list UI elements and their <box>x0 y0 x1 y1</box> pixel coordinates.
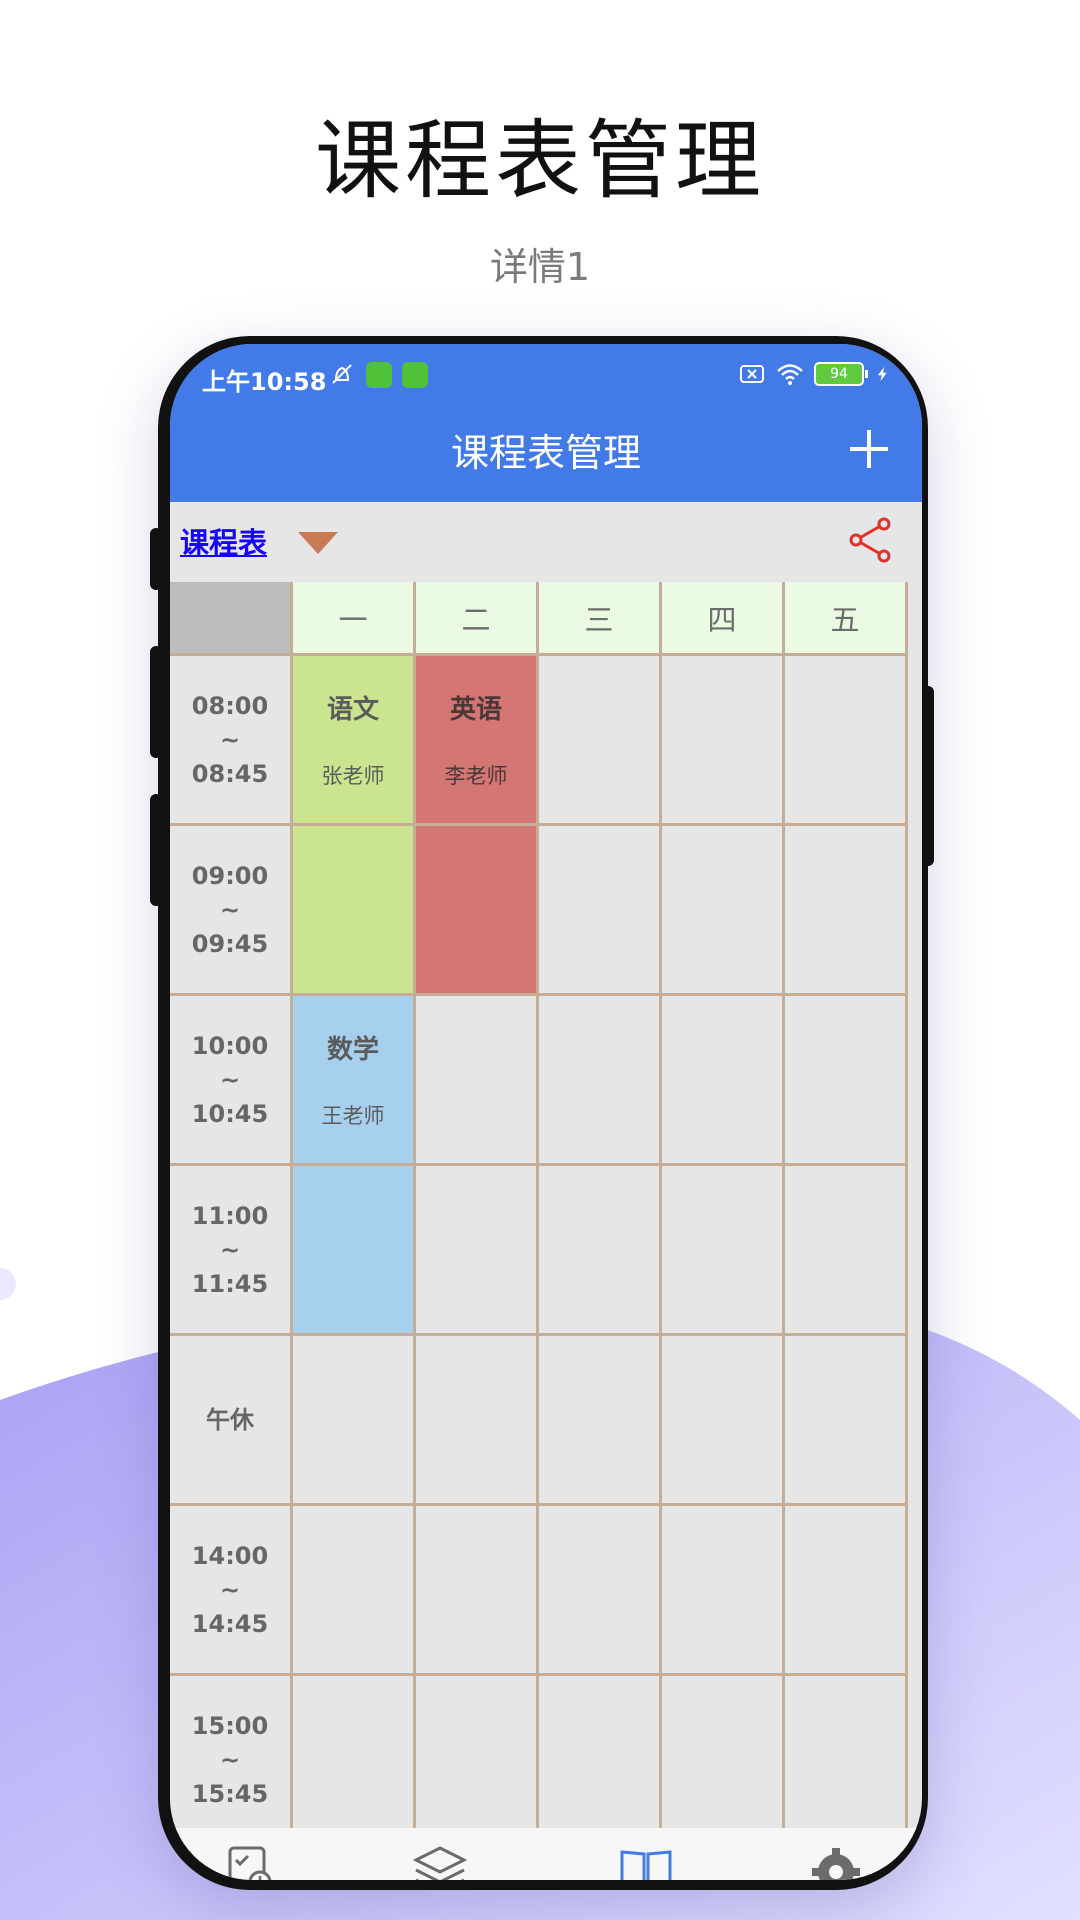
empty-slot[interactable] <box>785 656 908 826</box>
empty-slot[interactable] <box>785 1166 908 1336</box>
course-name: 英语 <box>449 695 502 725</box>
empty-slot[interactable] <box>539 1336 662 1506</box>
phone-screen: 上午10:58 94 课程表管理 课程表 一 二 三 四 五 08:00 ~ 0… <box>170 344 922 1880</box>
promo-subtitle: 详情1 <box>489 245 591 289</box>
time-slot: 15:00 ~15:45 <box>170 1676 293 1846</box>
empty-slot[interactable] <box>662 1506 785 1676</box>
empty-slot[interactable] <box>416 1336 539 1506</box>
time-slot: 08:00 ~08:45 <box>170 656 293 826</box>
timetable-toolbar: 课程表 <box>170 502 922 582</box>
promo-title: 课程表管理 <box>315 111 765 211</box>
course-name: 语文 <box>326 695 379 725</box>
empty-slot[interactable] <box>293 1336 416 1506</box>
header-corner <box>170 582 293 656</box>
bottom-navigation <box>170 1828 922 1880</box>
empty-slot[interactable] <box>662 656 785 826</box>
plus-icon[interactable] <box>846 426 892 472</box>
app-badge-icon <box>402 362 428 388</box>
app-badge-icon <box>366 362 392 388</box>
course-teacher: 李老师 <box>444 764 508 788</box>
empty-slot[interactable] <box>662 1676 785 1846</box>
empty-slot[interactable] <box>416 1506 539 1676</box>
header-day: 四 <box>662 582 785 656</box>
course-teacher: 张老师 <box>321 764 385 788</box>
time-slot: 14:00 ~14:45 <box>170 1506 293 1676</box>
course-block[interactable]: 数学 王老师 <box>293 996 416 1166</box>
book-icon[interactable] <box>616 1840 676 1880</box>
time-slot: 09:00 ~09:45 <box>170 826 293 996</box>
empty-slot[interactable] <box>662 826 785 996</box>
empty-slot[interactable] <box>539 996 662 1166</box>
app-bar: 上午10:58 94 课程表管理 <box>170 344 922 502</box>
mute-icon <box>332 364 352 384</box>
empty-slot[interactable] <box>539 656 662 826</box>
header-day: 二 <box>416 582 539 656</box>
empty-slot[interactable] <box>662 996 785 1166</box>
battery-icon: 94 <box>814 362 868 386</box>
header-day: 三 <box>539 582 662 656</box>
course-block[interactable] <box>293 1166 416 1336</box>
course-block[interactable] <box>293 826 416 996</box>
empty-slot[interactable] <box>785 826 908 996</box>
empty-slot[interactable] <box>293 1676 416 1846</box>
lunch-break-slot: 午休 <box>170 1336 293 1506</box>
empty-slot[interactable] <box>785 996 908 1166</box>
share-icon[interactable] <box>846 516 894 564</box>
app-title: 课程表管理 <box>450 431 641 475</box>
empty-slot[interactable] <box>785 1676 908 1846</box>
status-time: 上午10:58 <box>202 368 327 396</box>
empty-slot[interactable] <box>539 1166 662 1336</box>
wifi-icon <box>777 364 803 385</box>
course-block[interactable]: 英语 李老师 <box>416 656 539 826</box>
header-day: 一 <box>293 582 416 656</box>
empty-slot[interactable] <box>539 1506 662 1676</box>
empty-slot[interactable] <box>785 1336 908 1506</box>
empty-slot[interactable] <box>539 826 662 996</box>
course-block[interactable]: 语文 张老师 <box>293 656 416 826</box>
empty-slot[interactable] <box>539 1676 662 1846</box>
empty-slot[interactable] <box>416 1676 539 1846</box>
timetable-selector[interactable]: 课程表 <box>180 520 267 562</box>
header-day: 五 <box>785 582 908 656</box>
time-slot: 10:00 ~10:45 <box>170 996 293 1166</box>
course-block[interactable] <box>416 826 539 996</box>
empty-slot[interactable] <box>416 996 539 1166</box>
phone-side-button <box>150 794 162 906</box>
empty-slot[interactable] <box>662 1336 785 1506</box>
charging-icon <box>877 366 887 382</box>
settings-icon[interactable] <box>806 1840 866 1880</box>
course-name: 数学 <box>326 1035 379 1065</box>
caret-down-icon[interactable] <box>298 532 338 554</box>
empty-slot[interactable] <box>293 1506 416 1676</box>
empty-slot[interactable] <box>662 1166 785 1336</box>
phone-side-button <box>150 528 162 590</box>
schedule-icon[interactable] <box>220 1840 280 1880</box>
sim-off-icon <box>740 365 764 383</box>
empty-slot[interactable] <box>416 1166 539 1336</box>
course-teacher: 王老师 <box>321 1104 385 1128</box>
phone-side-button <box>150 646 162 758</box>
phone-power-button <box>922 686 934 866</box>
layers-icon[interactable] <box>410 1840 470 1880</box>
empty-slot[interactable] <box>785 1506 908 1676</box>
time-slot: 11:00 ~11:45 <box>170 1166 293 1336</box>
